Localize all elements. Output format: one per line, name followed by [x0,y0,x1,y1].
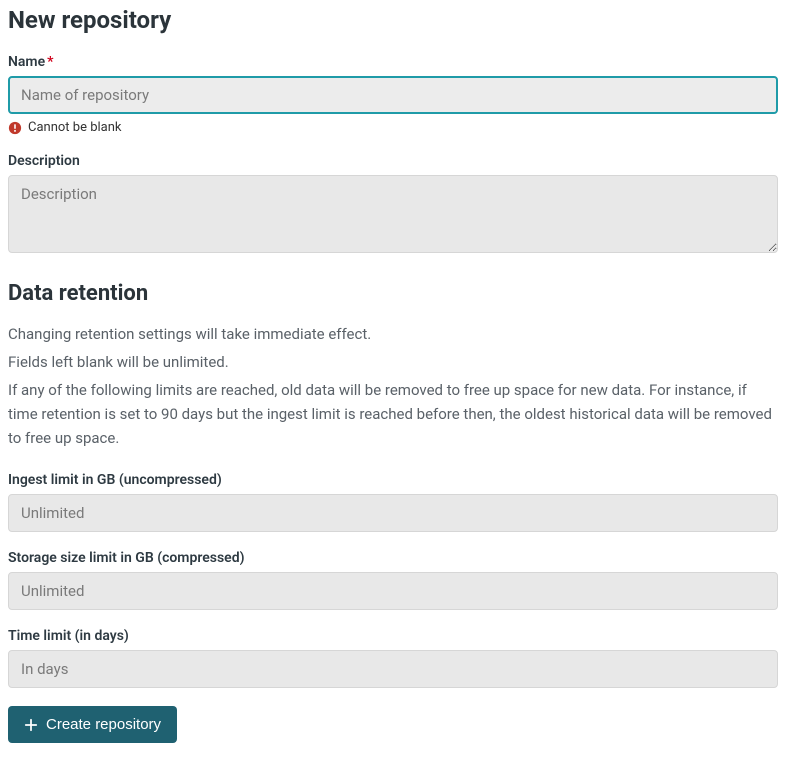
storage-label: Storage size limit in GB (compressed) [8,550,778,566]
description-input[interactable] [8,175,778,253]
name-error-text: Cannot be blank [28,120,122,135]
error-icon [8,121,22,135]
time-label: Time limit (in days) [8,628,778,644]
retention-title: Data retention [8,281,778,306]
name-input[interactable] [8,76,778,114]
create-repository-button[interactable]: Create repository [8,706,177,743]
name-label-text: Name [8,54,45,70]
page-title: New repository [8,6,778,34]
description-label: Description [8,153,778,169]
name-label: Name* [8,54,778,70]
time-input[interactable] [8,650,778,688]
retention-help-2: Fields left blank will be unlimited. [8,350,778,374]
retention-help: Changing retention settings will take im… [8,322,778,450]
plus-icon [24,718,38,732]
create-repository-label: Create repository [46,716,161,733]
ingest-input[interactable] [8,494,778,532]
description-field-group: Description [8,153,778,257]
required-asterisk: * [47,54,53,70]
ingest-field-group: Ingest limit in GB (uncompressed) [8,472,778,532]
storage-input[interactable] [8,572,778,610]
retention-help-1: Changing retention settings will take im… [8,322,778,346]
name-field-group: Name* Cannot be blank [8,54,778,135]
time-field-group: Time limit (in days) [8,628,778,688]
name-error: Cannot be blank [8,120,778,135]
retention-help-3: If any of the following limits are reach… [8,378,778,450]
storage-field-group: Storage size limit in GB (compressed) [8,550,778,610]
ingest-label: Ingest limit in GB (uncompressed) [8,472,778,488]
